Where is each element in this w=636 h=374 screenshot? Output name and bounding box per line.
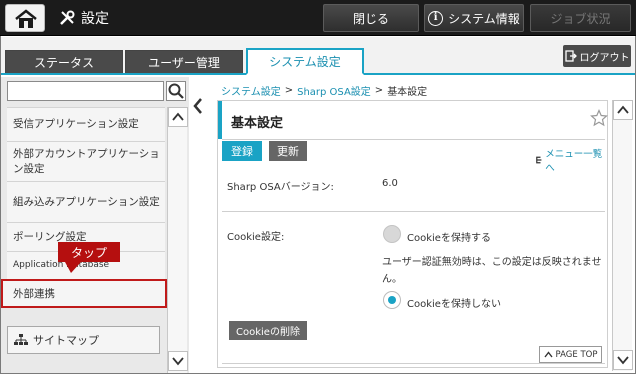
logout-label: ログアウト <box>579 52 630 64</box>
home-icon <box>15 9 37 28</box>
close-button-label: 閉じる <box>352 11 389 26</box>
content-panel: 基本設定 登録 更新 メニュー一覧へ Sharp OSAバージョン: 6.0 C… <box>217 100 608 368</box>
chevron-down-icon <box>172 357 184 366</box>
cookie-nokeep-label: Cookieを保持しない <box>407 299 501 310</box>
logout-icon <box>564 50 577 62</box>
content-scroll-down[interactable] <box>613 350 633 370</box>
chevron-up-icon <box>543 351 553 358</box>
sidebar-item-external-account-app[interactable]: 外部アカウントアプリケーション設定 <box>7 141 165 181</box>
row-divider <box>222 211 605 212</box>
sidebar: 受信アプリケーション設定 外部アカウントアプリケーション設定 組み込みアプリケー… <box>1 77 189 373</box>
breadcrumb-current: 基本設定 <box>387 87 428 98</box>
search-input[interactable] <box>7 81 164 101</box>
cookie-delete-label: Cookieの削除 <box>236 327 300 338</box>
tab-system-settings[interactable]: システム設定 <box>246 48 364 75</box>
star-icon[interactable] <box>590 109 608 127</box>
menu-list-label: メニュー一覧へ <box>545 149 603 174</box>
version-value: 6.0 <box>382 178 398 189</box>
system-info-label: システム情報 <box>448 11 520 26</box>
sidebar-scrollbar[interactable] <box>167 107 188 373</box>
breadcrumb: システム設定 > Sharp OSA設定 > 基本設定 <box>221 83 427 98</box>
sidebar-item-external-link[interactable]: 外部連携 <box>1 279 167 308</box>
sitemap-button[interactable]: サイトマップ <box>7 326 160 354</box>
cookie-keep-label: Cookieを保持する <box>407 233 491 244</box>
bottom-divider <box>222 363 605 364</box>
collapse-sidebar-button[interactable] <box>190 95 206 117</box>
system-info-button[interactable]: i システム情報 <box>424 4 524 32</box>
job-status-label: ジョブ状況 <box>550 11 611 26</box>
breadcrumb-separator: > <box>284 85 294 96</box>
menu-list-link[interactable]: メニュー一覧へ <box>534 146 607 174</box>
tools-icon <box>60 10 75 25</box>
chevron-left-icon <box>193 98 202 114</box>
tab-user-management[interactable]: ユーザー管理 <box>125 50 243 73</box>
search-button[interactable] <box>166 81 186 101</box>
register-label: 登録 <box>231 145 253 158</box>
cookie-note: ユーザー認証無効時は、この設定は反映されません。 <box>382 257 602 285</box>
tab-strip: ステータス ユーザー管理 システム設定 ログアウト <box>1 37 635 75</box>
top-bar: 設定 閉じる i システム情報 ジョブ状況 <box>0 0 636 36</box>
header-divider <box>222 139 605 140</box>
home-button[interactable] <box>5 4 45 32</box>
chevron-up-icon <box>172 112 184 121</box>
tap-callout-label: タップ <box>70 245 107 260</box>
breadcrumb-sharp-osa[interactable]: Sharp OSA設定 <box>297 83 371 98</box>
tab-system-settings-label: システム設定 <box>269 55 341 69</box>
sidebar-item-label: 外部連携 <box>13 288 55 300</box>
page-title: 基本設定 <box>231 116 284 131</box>
sidebar-item-embedded-app[interactable]: 組み込みアプリケーション設定 <box>7 181 165 222</box>
sidebar-item-label: 外部アカウントアプリケーション設定 <box>13 147 160 175</box>
cookie-delete-button[interactable]: Cookieの削除 <box>229 321 307 340</box>
tab-status[interactable]: ステータス <box>5 50 123 73</box>
sitemap-label: サイトマップ <box>33 334 99 347</box>
sitemap-icon <box>14 334 28 345</box>
sidebar-item-label: 組み込みアプリケーション設定 <box>13 195 160 208</box>
settings-title-label: 設定 <box>81 11 109 27</box>
tap-callout: タップ <box>58 242 120 262</box>
tap-callout-pointer <box>65 262 81 273</box>
job-status-button[interactable]: ジョブ状況 <box>530 4 631 32</box>
cookie-nokeep-radio[interactable] <box>383 291 401 309</box>
return-arrow-icon <box>536 156 542 164</box>
tab-status-label: ステータス <box>33 55 94 70</box>
version-label: Sharp OSAバージョン: <box>227 182 334 193</box>
content-scroll-up[interactable] <box>613 100 633 120</box>
chevron-up-icon <box>617 105 629 114</box>
settings-title: 設定 <box>58 8 109 28</box>
info-icon: i <box>428 10 444 26</box>
cookie-label: Cookie設定: <box>227 232 285 243</box>
page-top-label: PAGE TOP <box>555 349 598 360</box>
cookie-keep-radio[interactable] <box>383 225 401 243</box>
content-scrollbar[interactable] <box>612 100 633 371</box>
page-top-button[interactable]: PAGE TOP <box>539 346 602 363</box>
breadcrumb-system-settings[interactable]: システム設定 <box>221 83 281 98</box>
update-label: 更新 <box>277 145 299 158</box>
register-button[interactable]: 登録 <box>222 141 262 161</box>
sidebar-item-label: 受信アプリケーション設定 <box>13 118 139 130</box>
search-icon <box>168 83 184 99</box>
panel-header: 基本設定 <box>218 101 608 139</box>
sidebar-scroll-up[interactable] <box>168 107 188 127</box>
close-button[interactable]: 閉じる <box>323 4 419 32</box>
sidebar-scroll-down[interactable] <box>168 351 188 371</box>
tab-user-management-label: ユーザー管理 <box>148 55 220 70</box>
sidebar-item-receive-app[interactable]: 受信アプリケーション設定 <box>7 107 165 141</box>
breadcrumb-separator: > <box>374 85 384 96</box>
update-button[interactable]: 更新 <box>269 141 307 161</box>
chevron-down-icon <box>617 356 629 365</box>
logout-button[interactable]: ログアウト <box>563 45 631 67</box>
